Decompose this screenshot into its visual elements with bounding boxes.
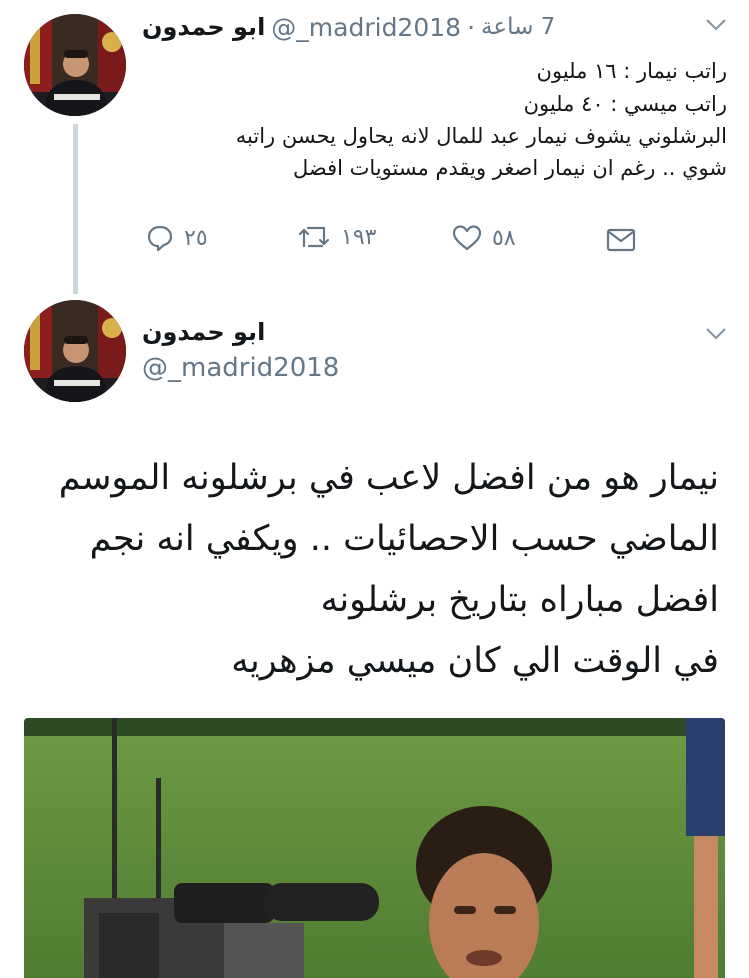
user-handle[interactable]: @_madrid2018 — [271, 13, 461, 42]
chevron-down-icon[interactable] — [705, 17, 727, 36]
avatar[interactable] — [24, 300, 126, 402]
chevron-down-icon[interactable] — [705, 326, 727, 345]
separator: · — [467, 12, 476, 42]
reply-count: ٢٥ — [184, 225, 208, 251]
tweet-line: البرشلوني يشوف نيمار عبد للمال لانه يحاو… — [235, 124, 727, 148]
retweet-icon — [297, 224, 331, 250]
reply-icon — [146, 224, 174, 252]
tweet-line: افضل مباراه بتاريخ برشلونه — [320, 580, 719, 620]
display-name[interactable]: ابو حمدون — [142, 13, 265, 41]
envelope-icon — [606, 228, 636, 252]
tweet-line: الماضي حسب الاحصائيات .. ويكفي انه نجم — [89, 519, 719, 559]
avatar-image — [24, 14, 126, 116]
retweet-button[interactable]: ١٩٣ — [297, 224, 376, 250]
like-button[interactable]: ٥٨ — [452, 224, 516, 252]
user-handle[interactable]: @_madrid2018 — [142, 353, 339, 383]
tweet2-text: نيمار هو من افضل لاعب في برشلونه الموسم … — [19, 448, 719, 692]
tweet-line: نيمار هو من افضل لاعب في برشلونه الموسم — [58, 458, 719, 498]
tweet-line: راتب نيمار : ١٦ مليون — [536, 59, 727, 83]
avatar-image — [24, 300, 126, 402]
reply-button[interactable]: ٢٥ — [146, 224, 208, 252]
timestamp[interactable]: 7 ساعة — [481, 14, 555, 40]
direct-message-button[interactable] — [606, 228, 636, 252]
tweet-line: شوي .. رغم ان نيمار اصغر ويقدم مستويات ا… — [292, 156, 727, 180]
tweet-line: في الوقت الي كان ميسي مزهريه — [231, 641, 719, 681]
photo-image — [24, 718, 725, 978]
heart-icon — [452, 224, 482, 252]
tweet-line: راتب ميسي : ٤٠ مليون — [523, 92, 727, 116]
display-name[interactable]: ابو حمدون — [142, 318, 265, 346]
like-count: ٥٨ — [492, 225, 516, 251]
avatar[interactable] — [24, 14, 126, 116]
tweet-photo[interactable] — [24, 718, 725, 978]
tweet1-text: راتب نيمار : ١٦ مليون راتب ميسي : ٤٠ ملي… — [137, 56, 727, 183]
tweet1-header: ابو حمدون @_madrid2018 · 7 ساعة — [142, 10, 555, 44]
thread-connector — [73, 124, 78, 294]
retweet-count: ١٩٣ — [341, 224, 377, 250]
